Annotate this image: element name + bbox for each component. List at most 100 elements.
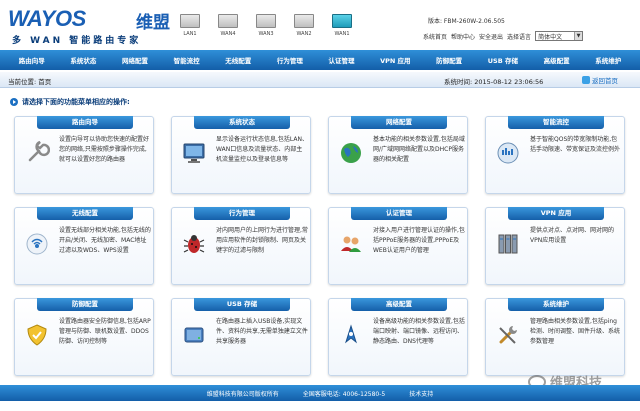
card-description: 设置路由器安全防御信息,包括ARP管理与防御、联机数设置、DDOS防御、访问控制… [59,318,151,345]
intro-text: 请选择下面的功能菜单相应的操作: [22,98,130,106]
card-description: 对内网用户的上网行为进行管理,常用应用软件的封锁限制、网页及关键字的过滤与限制 [216,227,308,254]
tools-icon [494,321,522,349]
usb-drive-icon [180,321,208,349]
card-title: 系统状态 [194,116,290,129]
system-time: 系统时间: 2015-08-12 23:06:56 [444,78,544,86]
footer-support[interactable]: 技术支持 [409,389,433,398]
card-system-maintenance[interactable]: 系统维护 管理路由相关参数设置,包括ping检测、时间调整、固件升级、系统参数管… [485,298,625,376]
language-value: 简体中文 [538,33,563,41]
card-title: 无线配置 [37,207,133,220]
nav-vpn[interactable]: VPN 应用 [380,55,411,65]
logo-text: WAYOS [8,6,86,31]
card-description: 基本功能的相关参数设置,包括局域网/广域网网络配置以及DHCP服务器的相关配置 [373,136,465,163]
card-description: 设置向导可以协助您快速的配置好您的网络,只需按照步骤操作完成,就可以设置好您的路… [59,136,150,163]
nav-route-wizard[interactable]: 路由向导 [19,55,45,65]
nav-traffic-control[interactable]: 智能流控 [174,55,200,65]
card-network-config[interactable]: 网络配置 基本功能的相关参数设置,包括局域网/广域网网络配置以及DHCP服务器的… [328,116,468,194]
link-home[interactable]: 系统首页 [423,32,447,41]
port-wan4: WAN4 [216,14,240,37]
monitor-icon [180,139,208,167]
return-home-label: 返回首页 [592,77,618,85]
card-defense-config[interactable]: 防御配置 设置路由器安全防御信息,包括ARP管理与防御、联机数设置、DDOS防御… [14,298,154,376]
port-label: WAN3 [258,31,274,37]
card-vpn[interactable]: VPN 应用 提供点对点、点对网、网对网的VPN应用设置 [485,207,625,285]
nav-advanced-config[interactable]: 高级配置 [544,55,570,65]
chevron-down-icon: ▼ [574,32,583,40]
arrow-icon [10,98,18,106]
compass-icon [337,321,365,349]
nav-usb-storage[interactable]: USB 存储 [488,55,518,65]
nav-defense-config[interactable]: 防御配置 [436,55,462,65]
port-icon [256,14,276,28]
logo-cn-text: 维盟 [136,13,170,33]
card-title: 网络配置 [351,116,447,129]
home-icon [582,76,590,84]
card-description: 对接入用户进行管理认证的操作,包括PPPoE服务器的设置,PPPoE及WEB认证… [373,227,465,254]
card-title: USB 存储 [194,298,290,311]
language-select[interactable]: 简体中文 ▼ [535,31,584,41]
link-logout[interactable]: 安全退出 [479,32,503,41]
port-icon [332,14,352,28]
logo-slogan: 多 WAN 智能路由专家 [12,36,142,46]
globe-icon [337,139,365,167]
wrench-icon [23,139,51,167]
nav-system-status[interactable]: 系统状态 [70,55,96,65]
card-description: 设备高级功能的相关参数设置,包括端口映射、端口镜像、远程访问、静态路由、DNS代… [373,318,465,345]
users-icon [337,230,365,258]
card-description: 基于智能QOS的带宽限制功能,包括手动限速、带宽保证及流控例外 [530,136,621,153]
footer-hotline: 全国客服电话: 4006-12580-5 [302,390,386,398]
shield-icon [23,321,51,349]
header: WAYOS 维盟 多 WAN 智能路由专家 LAN1 WAN4 WAN3 WAN… [0,0,640,50]
card-auth-management[interactable]: 认证管理 对接入用户进行管理认证的操作,包括PPPoE服务器的设置,PPPoE及… [328,207,468,285]
main-nav: 路由向导 系统状态 网络配置 智能流控 无线配置 行为管理 认证管理 VPN 应… [0,50,640,70]
card-advanced-config[interactable]: 高级配置 设备高级功能的相关参数设置,包括端口映射、端口镜像、远程访问、静态路由… [328,298,468,376]
port-label: LAN1 [183,31,197,37]
port-wan1: WAN1 [330,14,354,37]
port-icon [218,14,238,28]
location-bar: 当前位置: 首页 系统时间: 2015-08-12 23:06:56 返回首页 [0,72,640,88]
card-description: 设置无线部分相关功能,包括无线的开启/关闭、无线加密、MAC地址过滤以及WDS、… [59,227,151,254]
port-wan2: WAN2 [292,14,316,37]
breadcrumb: 当前位置: 首页 [8,78,52,86]
server-icon [494,230,522,258]
card-traffic-control[interactable]: 智能流控 基于智能QOS的带宽限制功能,包括手动限速、带宽保证及流控例外 [485,116,625,194]
firmware-version: 版本: FBM-260W-2.06.505 [428,18,505,25]
nav-wireless-config[interactable]: 无线配置 [225,55,251,65]
card-description: 显示设备运行状态信息,包括LAN、WAN口信息及流量状态、内部主机流量监控以及登… [216,136,308,163]
card-route-wizard[interactable]: 路由向导 设置向导可以协助您快速的配置好您的网络,只需按照步骤操作完成,就可以设… [14,116,154,194]
flow-icon [494,139,522,167]
card-behavior-management[interactable]: 行为管理 对内网用户的上网行为进行管理,常用应用软件的封锁限制、网页及关键字的过… [171,207,311,285]
return-home-link[interactable]: 返回首页 [582,75,618,85]
wifi-icon [23,230,51,258]
function-grid: 路由向导 设置向导可以协助您快速的配置好您的网络,只需按照步骤操作完成,就可以设… [14,116,626,378]
nav-auth-management[interactable]: 认证管理 [328,55,354,65]
port-icon [180,14,200,28]
card-title: 行为管理 [194,207,290,220]
port-label: WAN1 [334,31,350,37]
card-usb-storage[interactable]: USB 存储 在路由器上插入USB设备,实现文件、资料的共享,无需单独建立文件共… [171,298,311,376]
card-title: 智能流控 [508,116,604,129]
port-icon [294,14,314,28]
port-label: WAN4 [220,31,236,37]
nav-behavior-management[interactable]: 行为管理 [277,55,303,65]
card-description: 管理路由相关参数设置,包括ping检测、时间调整、固件升级、系统参数管理 [530,318,621,345]
bug-icon [180,230,208,258]
card-title: 路由向导 [37,116,133,129]
card-title: 系统维护 [508,298,604,311]
card-wireless-config[interactable]: 无线配置 设置无线部分相关功能,包括无线的开启/关闭、无线加密、MAC地址过滤以… [14,207,154,285]
card-system-status[interactable]: 系统状态 显示设备运行状态信息,包括LAN、WAN口信息及流量状态、内部主机流量… [171,116,311,194]
logo[interactable]: WAYOS 维盟 多 WAN 智能路由专家 [8,6,178,46]
port-wan3: WAN3 [254,14,278,37]
nav-system-maintenance[interactable]: 系统维护 [595,55,621,65]
link-help[interactable]: 帮助中心 [451,32,475,41]
footer-copyright: 维盟科技有限公司版权所有 [206,390,279,398]
card-description: 在路由器上插入USB设备,实现文件、资料的共享,无需单独建立文件共享服务器 [216,318,308,345]
intro-heading: 请选择下面的功能菜单相应的操作: [10,97,130,107]
card-title: 认证管理 [351,207,447,220]
card-title: 高级配置 [351,298,447,311]
top-links: 系统首页 帮助中心 安全退出 选择语言 简体中文 ▼ [423,31,584,41]
nav-network-config[interactable]: 网络配置 [122,55,148,65]
language-label: 选择语言 [507,33,532,41]
card-title: VPN 应用 [508,207,604,220]
card-description: 提供点对点、点对网、网对网的VPN应用设置 [530,227,615,244]
